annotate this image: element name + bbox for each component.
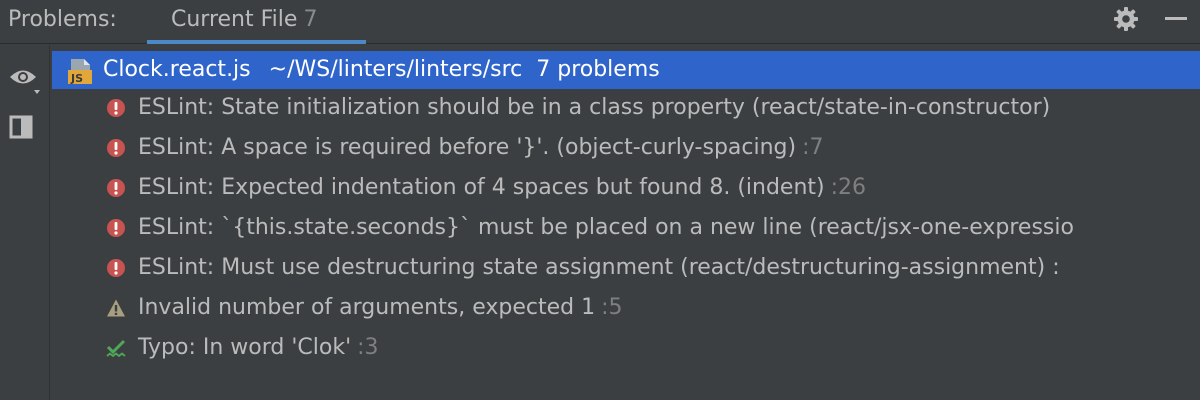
problems-toolbar: Problems: Current File 7 <box>0 0 1200 44</box>
problem-message: ESLint: `{this.state.seconds}` must be p… <box>138 215 1074 240</box>
problem-line: :26 <box>830 175 867 200</box>
eye-icon[interactable] <box>6 61 42 97</box>
problem-row[interactable]: ESLint: `{this.state.seconds}` must be p… <box>50 209 1200 247</box>
problem-message: ESLint: Must use destructuring state ass… <box>138 255 1060 280</box>
warning-icon <box>107 299 125 317</box>
problem-message: ESLint: State initialization should be i… <box>138 95 1051 120</box>
problem-row[interactable]: ESLint: Expected indentation of 4 spaces… <box>50 169 1200 207</box>
svg-text:JS: JS <box>70 72 83 85</box>
error-icon <box>107 219 125 237</box>
tab-current-file[interactable]: Current File 7 <box>147 0 366 44</box>
problem-message: Invalid number of arguments, expected 1 <box>138 295 596 320</box>
problem-row[interactable]: ESLint: State initialization should be i… <box>50 89 1200 127</box>
error-icon <box>107 139 125 157</box>
panel-title: Problems: <box>8 7 117 32</box>
file-name: Clock.react.js <box>103 57 251 82</box>
problems-tree: JS Clock.react.js ~/WS/linters/linters/sr… <box>50 45 1200 400</box>
preview-panel-icon[interactable] <box>7 111 43 147</box>
js-file-icon: JS <box>66 56 96 86</box>
problem-row[interactable]: Invalid number of arguments, expected 1:… <box>50 289 1200 327</box>
tab-label: Current File <box>171 7 298 32</box>
problem-line: :7 <box>802 135 824 160</box>
error-icon <box>107 259 125 277</box>
typo-icon <box>106 339 126 358</box>
problem-row[interactable]: ESLint: Must use destructuring state ass… <box>50 249 1200 287</box>
problem-message: ESLint: Expected indentation of 4 spaces… <box>138 175 825 200</box>
problem-line: :5 <box>601 295 623 320</box>
tab-count: 7 <box>303 7 318 32</box>
minimize-icon[interactable] <box>1162 5 1190 33</box>
left-toolbar <box>0 45 50 400</box>
error-icon <box>107 99 125 117</box>
error-icon <box>107 179 125 197</box>
problem-count: 7 problems <box>536 57 660 82</box>
problem-row[interactable]: Typo: In word 'Clok':3 <box>50 329 1200 367</box>
active-tab-underline <box>147 40 366 44</box>
gear-icon[interactable] <box>1112 5 1140 33</box>
problem-row[interactable]: ESLint: A space is required before '}'. … <box>50 129 1200 167</box>
file-node[interactable]: JS Clock.react.js ~/WS/linters/linters/sr… <box>52 51 1200 89</box>
file-path: ~/WS/linters/linters/src <box>268 57 523 82</box>
problem-message: ESLint: A space is required before '}'. … <box>138 135 797 160</box>
problem-message: Typo: In word 'Clok' <box>138 335 352 360</box>
problem-line: :3 <box>357 335 379 360</box>
